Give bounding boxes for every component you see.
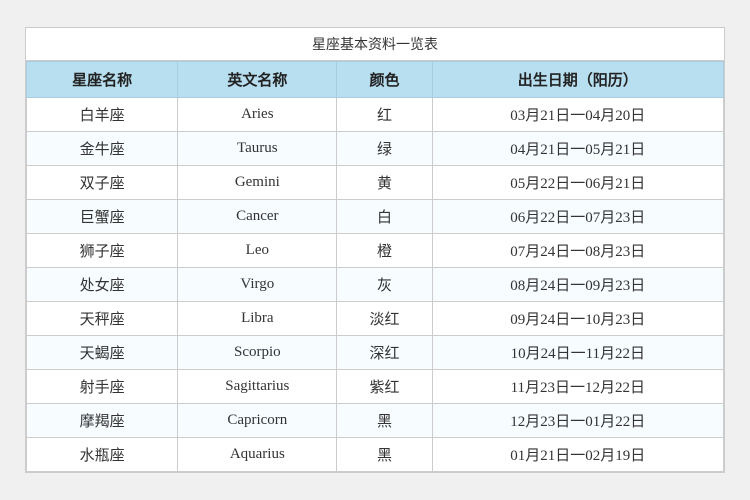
zodiac-table: 星座名称 英文名称 颜色 出生日期（阳历） 白羊座Aries红03月21日一04… (26, 61, 724, 472)
cell-english: Aquarius (178, 438, 337, 472)
cell-color: 紫红 (337, 370, 432, 404)
table-row: 巨蟹座Cancer白06月22日一07月23日 (27, 200, 724, 234)
cell-english: Virgo (178, 268, 337, 302)
cell-date: 04月21日一05月21日 (432, 132, 723, 166)
cell-date: 06月22日一07月23日 (432, 200, 723, 234)
cell-chinese: 射手座 (27, 370, 178, 404)
header-color: 颜色 (337, 62, 432, 98)
cell-english: Capricorn (178, 404, 337, 438)
cell-date: 07月24日一08月23日 (432, 234, 723, 268)
table-row: 双子座Gemini黄05月22日一06月21日 (27, 166, 724, 200)
cell-date: 11月23日一12月22日 (432, 370, 723, 404)
table-row: 射手座Sagittarius紫红11月23日一12月22日 (27, 370, 724, 404)
cell-chinese: 天蝎座 (27, 336, 178, 370)
table-row: 水瓶座Aquarius黑01月21日一02月19日 (27, 438, 724, 472)
cell-color: 绿 (337, 132, 432, 166)
cell-chinese: 双子座 (27, 166, 178, 200)
table-row: 天蝎座Scorpio深红10月24日一11月22日 (27, 336, 724, 370)
cell-color: 灰 (337, 268, 432, 302)
cell-color: 黄 (337, 166, 432, 200)
cell-date: 09月24日一10月23日 (432, 302, 723, 336)
cell-english: Cancer (178, 200, 337, 234)
cell-date: 03月21日一04月20日 (432, 98, 723, 132)
page-title: 星座基本资料一览表 (26, 28, 724, 61)
cell-date: 12月23日一01月22日 (432, 404, 723, 438)
cell-english: Aries (178, 98, 337, 132)
main-container: 星座基本资料一览表 星座名称 英文名称 颜色 出生日期（阳历） 白羊座Aries… (25, 27, 725, 473)
cell-chinese: 水瓶座 (27, 438, 178, 472)
cell-chinese: 摩羯座 (27, 404, 178, 438)
cell-color: 白 (337, 200, 432, 234)
header-english-name: 英文名称 (178, 62, 337, 98)
cell-color: 淡红 (337, 302, 432, 336)
cell-english: Gemini (178, 166, 337, 200)
table-row: 狮子座Leo橙07月24日一08月23日 (27, 234, 724, 268)
cell-chinese: 金牛座 (27, 132, 178, 166)
cell-chinese: 白羊座 (27, 98, 178, 132)
table-row: 金牛座Taurus绿04月21日一05月21日 (27, 132, 724, 166)
table-row: 天秤座Libra淡红09月24日一10月23日 (27, 302, 724, 336)
cell-english: Taurus (178, 132, 337, 166)
cell-color: 红 (337, 98, 432, 132)
cell-english: Libra (178, 302, 337, 336)
cell-color: 深红 (337, 336, 432, 370)
table-row: 处女座Virgo灰08月24日一09月23日 (27, 268, 724, 302)
cell-date: 10月24日一11月22日 (432, 336, 723, 370)
cell-date: 08月24日一09月23日 (432, 268, 723, 302)
table-row: 摩羯座Capricorn黑12月23日一01月22日 (27, 404, 724, 438)
cell-english: Sagittarius (178, 370, 337, 404)
cell-chinese: 天秤座 (27, 302, 178, 336)
cell-color: 橙 (337, 234, 432, 268)
header-date: 出生日期（阳历） (432, 62, 723, 98)
cell-date: 05月22日一06月21日 (432, 166, 723, 200)
header-chinese-name: 星座名称 (27, 62, 178, 98)
cell-chinese: 狮子座 (27, 234, 178, 268)
table-row: 白羊座Aries红03月21日一04月20日 (27, 98, 724, 132)
cell-chinese: 处女座 (27, 268, 178, 302)
cell-english: Scorpio (178, 336, 337, 370)
cell-chinese: 巨蟹座 (27, 200, 178, 234)
table-header-row: 星座名称 英文名称 颜色 出生日期（阳历） (27, 62, 724, 98)
cell-color: 黑 (337, 438, 432, 472)
cell-date: 01月21日一02月19日 (432, 438, 723, 472)
cell-color: 黑 (337, 404, 432, 438)
cell-english: Leo (178, 234, 337, 268)
